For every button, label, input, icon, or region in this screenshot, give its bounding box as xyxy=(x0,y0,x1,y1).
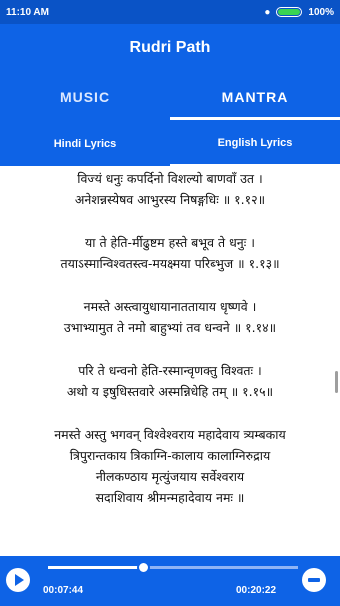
verse: विज्यं धनुः कपर्दिनो विशल्यो बाणवाँ उत ।… xyxy=(0,168,340,210)
verse-line: तयाऽस्मान्विश्वतस्त्व-मयक्ष्मया परिब्भुज… xyxy=(60,256,280,271)
battery-icon xyxy=(276,7,303,17)
seek-bar[interactable] xyxy=(48,561,298,574)
battery-level: 100% xyxy=(308,6,334,18)
verse-line: नमस्ते अस्त्वायुधायानाततायाय धृष्णवे । xyxy=(83,299,257,314)
tab-music[interactable]: MUSIC xyxy=(0,72,170,122)
seek-bar-thumb[interactable] xyxy=(137,561,150,574)
stop-button[interactable] xyxy=(302,568,326,592)
tab-english-lyrics[interactable]: English Lyrics xyxy=(170,122,340,166)
verse-line: नीलकण्ठाय मृत्युंजयाय सर्वेश्वराय xyxy=(95,469,245,484)
tab-hindi-lyrics[interactable]: Hindi Lyrics xyxy=(0,122,170,166)
total-time: 00:20:22 xyxy=(236,585,277,596)
verse: नमस्ते अस्तु भगवन् विश्वेश्वराय महादेवाय… xyxy=(0,424,340,508)
audio-player: 00:07:44 00:20:22 xyxy=(0,556,340,606)
wifi-icon: ● xyxy=(264,6,271,18)
verse: नमस्ते अस्त्वायुधायानाततायाय धृष्णवे । उ… xyxy=(0,296,340,338)
app-bar: Rudri Path xyxy=(0,24,340,72)
verse-line: सदाशिवाय श्रीमन्महादेवाय नमः ॥ xyxy=(95,490,245,505)
tab-mantra[interactable]: MANTRA xyxy=(170,72,340,122)
seek-bar-progress xyxy=(48,566,143,569)
verse: परि ते धन्वनो हेति-रस्मान्वृणक्तु विश्वत… xyxy=(0,360,340,402)
lyrics-content[interactable]: विज्यं धनुः कपर्दिनो विशल्यो बाणवाँ उत ।… xyxy=(0,166,340,556)
current-time: 00:07:44 xyxy=(43,585,84,596)
play-button[interactable] xyxy=(6,568,30,592)
verse-line: अथो य इषुधिस्तवारे अस्मन्निधेहि तम् ॥ १.… xyxy=(66,384,274,399)
status-bar: 11:10 AM ● 100% xyxy=(0,0,340,24)
verse-line: नमस्ते अस्तु भगवन् विश्वेश्वराय महादेवाय… xyxy=(54,427,286,442)
verse-line: त्रिपुरान्तकाय त्रिकाग्नि-कालाय कालाग्नि… xyxy=(69,448,271,463)
verse: या ते हेति-र्मीढुष्टम हस्ते बभूव ते धनुः… xyxy=(0,232,340,274)
verse-line: या ते हेति-र्मीढुष्टम हस्ते बभूव ते धनुः… xyxy=(85,235,255,250)
scrollbar-thumb[interactable] xyxy=(335,371,338,393)
status-time: 11:10 AM xyxy=(6,6,49,18)
verse-line: विज्यं धनुः कपर्दिनो विशल्यो बाणवाँ उत । xyxy=(77,171,263,186)
app-title: Rudri Path xyxy=(129,39,211,56)
verse-line: उभाभ्यामुत ते नमो बाहुभ्यां तव धन्वने ॥ … xyxy=(63,320,277,335)
status-icons: ● 100% xyxy=(264,7,334,18)
verse-line: अनेशन्नस्येषव आभुरस्य निषङ्गधिः ॥ १.१२॥ xyxy=(74,192,266,207)
play-icon xyxy=(15,574,24,586)
lyrics-tabs: Hindi Lyrics English Lyrics xyxy=(0,122,340,166)
minus-icon xyxy=(308,578,320,582)
verse-line: परि ते धन्वनो हेति-रस्मान्वृणक्तु विश्वत… xyxy=(78,363,262,378)
main-tabs: MUSIC MANTRA xyxy=(0,72,340,122)
